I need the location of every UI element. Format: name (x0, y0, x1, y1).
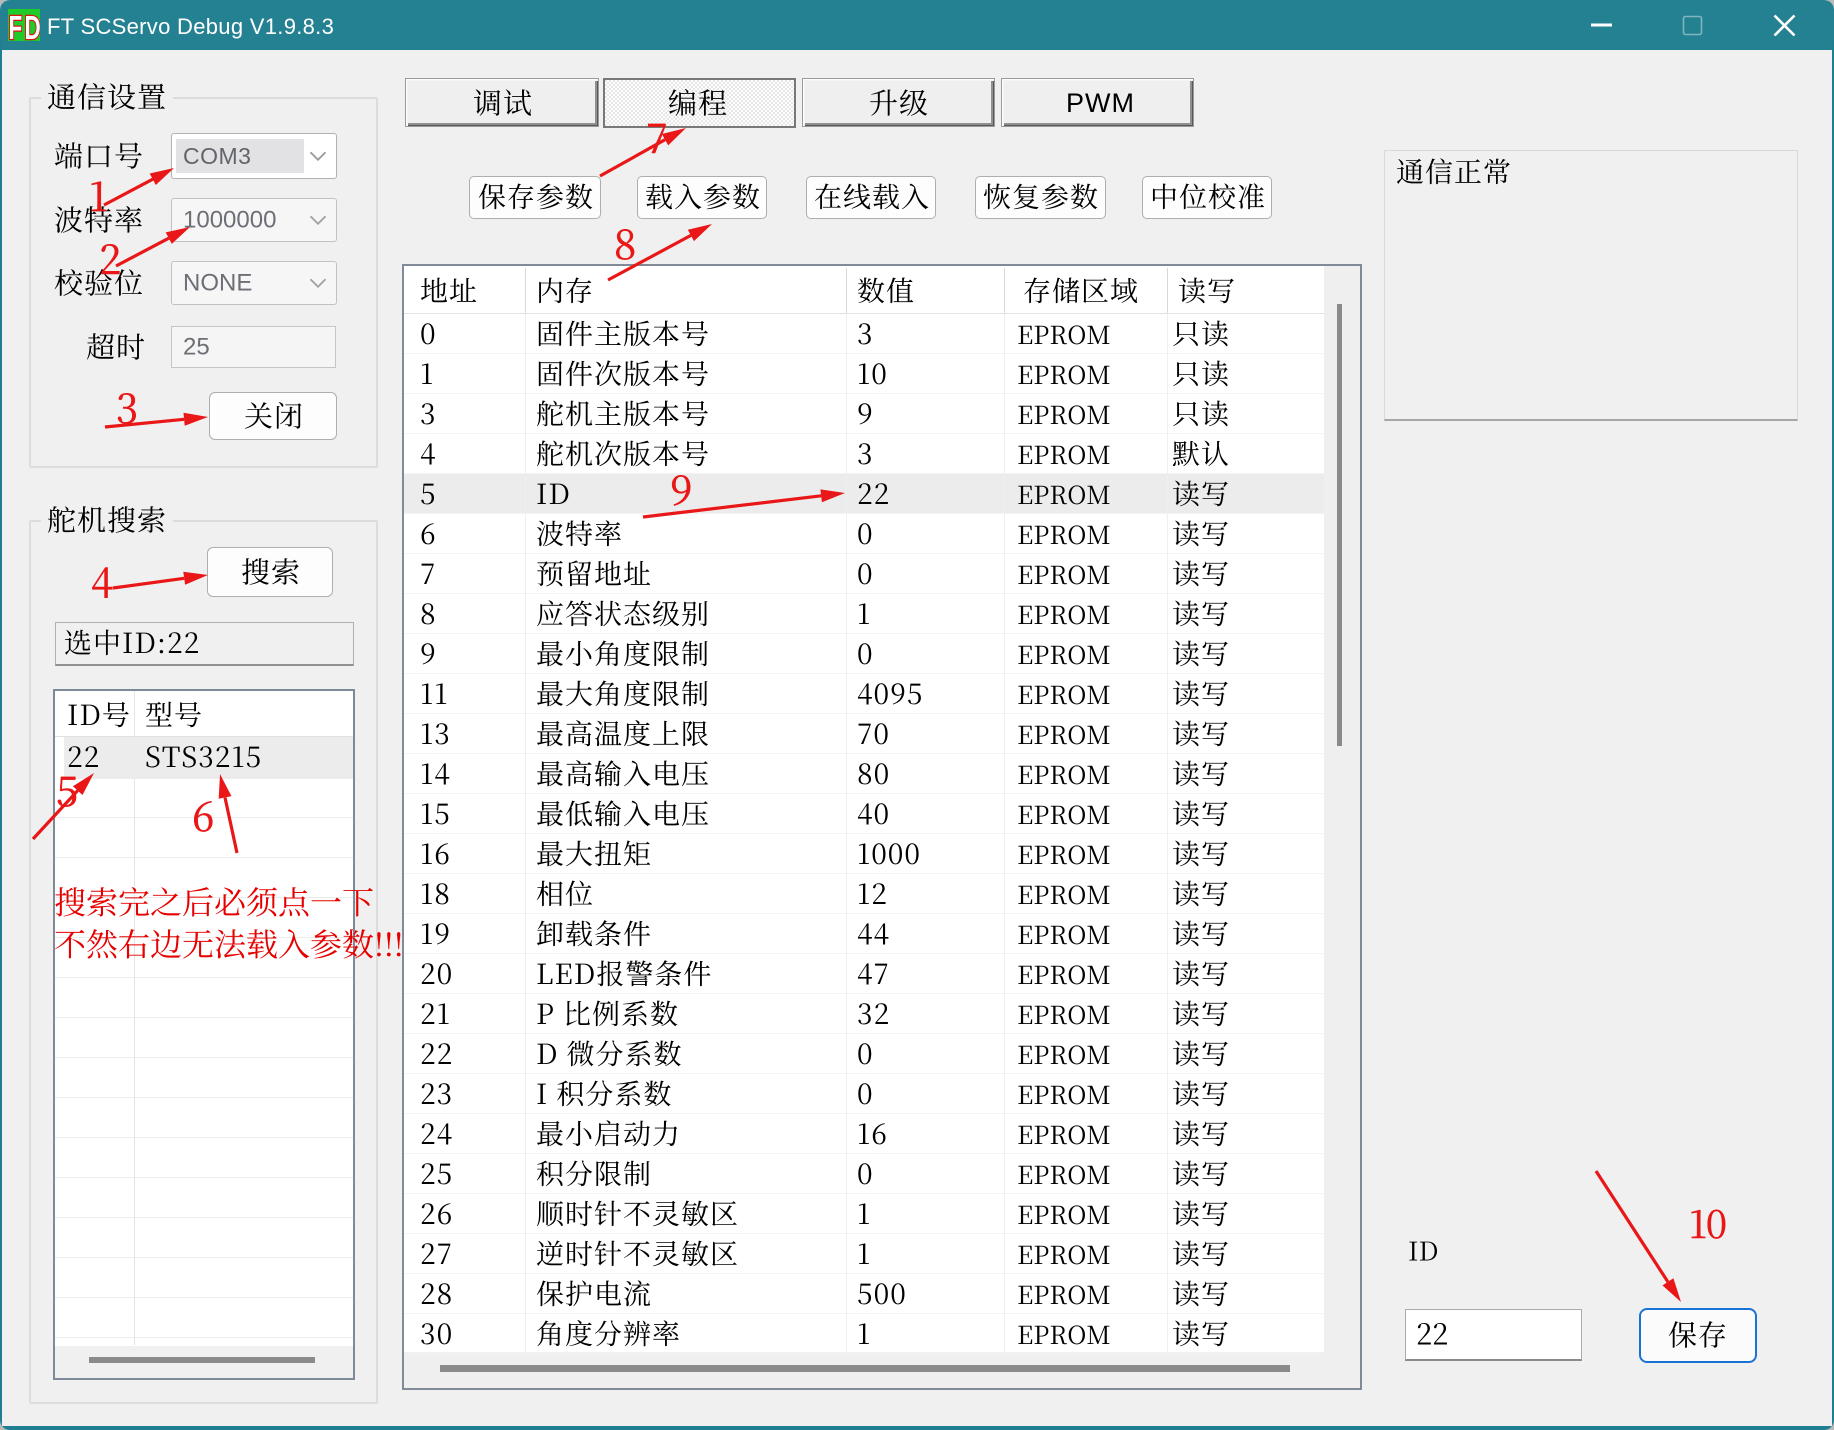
svg-text:F: F (9, 9, 23, 41)
svg-text:D: D (24, 9, 40, 41)
